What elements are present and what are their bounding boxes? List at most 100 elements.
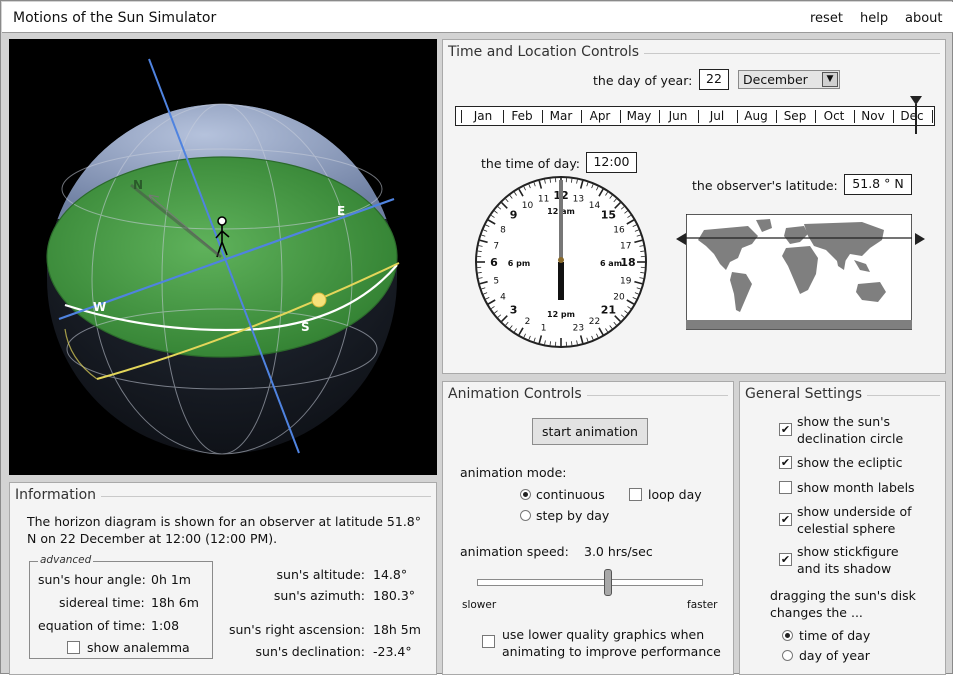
month-select[interactable]: December ▼	[738, 70, 840, 89]
show-analemma-label: show analemma	[87, 640, 190, 655]
declination-circle-checkbox[interactable]: ✔	[779, 423, 792, 436]
drag-time-label: time of day	[799, 628, 870, 643]
south-label: S	[301, 320, 310, 334]
clock-number: 19	[620, 276, 632, 286]
clock-number: 17	[620, 242, 631, 252]
month-label-jul[interactable]: Jul	[698, 109, 736, 123]
general-settings-panel: General Settings ✔ show the sun's declin…	[739, 381, 946, 675]
ecliptic-checkbox[interactable]: ✔	[779, 456, 792, 469]
mode-step-radio[interactable]	[520, 510, 531, 521]
drag-year-label: day of year	[799, 648, 870, 663]
drag-time-radio[interactable]	[782, 630, 793, 641]
low-quality-label-line2: animating to improve performance	[502, 644, 721, 659]
underside-checkbox[interactable]: ✔	[779, 513, 792, 526]
hour-angle-label: sun's hour angle:	[38, 572, 146, 587]
information-panel: Information The horizon diagram is shown…	[9, 482, 437, 675]
app-window: Motions of the Sun Simulator reset help …	[0, 0, 953, 674]
altitude-label: sun's altitude:	[232, 567, 365, 582]
clock-label-right: 6 am	[600, 259, 622, 268]
time-of-day-input[interactable]: 12:00	[586, 152, 637, 173]
clock-tick	[571, 341, 572, 345]
clock-number: 11	[538, 194, 549, 204]
month-label-apr[interactable]: Apr	[581, 109, 619, 123]
mode-continuous-label: continuous	[536, 487, 605, 502]
info-description: The horizon diagram is shown for an obse…	[27, 513, 427, 547]
sun-disk[interactable]	[312, 293, 326, 307]
show-analemma-checkbox[interactable]	[67, 641, 80, 654]
help-link[interactable]: help	[860, 11, 888, 26]
time-of-day-label: the time of day:	[481, 156, 580, 171]
clock-dial[interactable]: 231234567891011121314151617181920212212 …	[473, 174, 649, 350]
latitude-arrow-left[interactable]	[676, 233, 686, 245]
speed-label: animation speed:	[460, 544, 569, 559]
speed-slider-track[interactable]	[477, 579, 703, 586]
clock-tick	[478, 272, 482, 273]
clock-number: 8	[500, 226, 506, 236]
altitude-value: 14.8°	[373, 567, 407, 582]
mode-continuous-radio[interactable]	[520, 489, 531, 500]
latitude-arrow-right[interactable]	[915, 233, 925, 245]
panel-title: Time and Location Controls	[448, 44, 644, 60]
day-marker[interactable]	[909, 96, 923, 134]
low-quality-checkbox[interactable]	[482, 635, 495, 648]
north-label: N	[133, 178, 143, 192]
panel-title: Information	[15, 487, 101, 503]
clock-number: 15	[601, 209, 616, 222]
clock-number: 4	[500, 293, 506, 303]
animation-panel: Animation Controls start animation anima…	[442, 381, 734, 675]
declination-value: -23.4°	[373, 644, 412, 659]
month-label-sep[interactable]: Sep	[776, 109, 814, 123]
chevron-down-icon[interactable]: ▼	[822, 72, 838, 87]
mode-step-label: step by day	[536, 508, 609, 523]
loop-day-checkbox[interactable]	[629, 488, 642, 501]
month-timeline[interactable]: JanFebMarAprMayJunJulAugSepOctNovDec	[455, 106, 935, 126]
drag-year-radio[interactable]	[782, 650, 793, 661]
month-label-may[interactable]: May	[620, 109, 658, 123]
clock-number: 22	[589, 317, 600, 327]
faster-label: faster	[687, 599, 718, 611]
world-map[interactable]	[686, 214, 912, 332]
clock-pivot	[558, 257, 564, 263]
clock-number: 13	[573, 194, 584, 204]
month-label-mar[interactable]: Mar	[542, 109, 580, 123]
speed-slider-thumb[interactable]	[604, 569, 612, 596]
clock-number: 21	[601, 303, 616, 316]
month-label-nov[interactable]: Nov	[854, 109, 892, 123]
month-label-jun[interactable]: Jun	[659, 109, 697, 123]
reset-link[interactable]: reset	[810, 11, 843, 26]
declination-circle-label-line2: declination circle	[797, 431, 903, 446]
month-labels-checkbox[interactable]	[779, 481, 792, 494]
clock-number: 10	[522, 201, 534, 211]
month-select-value: December	[743, 72, 808, 87]
clock-tick	[640, 272, 644, 273]
animation-mode-label: animation mode:	[460, 465, 566, 480]
clock-tick	[640, 251, 644, 252]
clock-hand-upper[interactable]	[559, 180, 563, 262]
clock-tick	[550, 179, 551, 183]
azimuth-label: sun's azimuth:	[232, 588, 365, 603]
clock-number: 1	[541, 324, 547, 334]
clock-number: 9	[510, 209, 518, 222]
clock-tick	[550, 341, 551, 345]
month-label-feb[interactable]: Feb	[503, 109, 541, 123]
clock-hand-lower[interactable]	[558, 262, 564, 300]
clock-tick	[478, 251, 482, 252]
speed-value: 3.0 hrs/sec	[584, 544, 653, 559]
clock-number: 23	[573, 324, 584, 334]
right-ascension-label: sun's right ascension:	[210, 622, 365, 637]
month-label-oct[interactable]: Oct	[815, 109, 853, 123]
drag-label-line2: changes the ...	[770, 605, 863, 620]
slower-label: slower	[462, 599, 496, 611]
celestial-sphere-view[interactable]: N E W S	[9, 39, 437, 475]
hour-angle-value: 0h 1m	[151, 572, 191, 587]
stickfigure-checkbox[interactable]: ✔	[779, 553, 792, 566]
month-label-jan[interactable]: Jan	[464, 109, 502, 123]
month-label-aug[interactable]: Aug	[737, 109, 775, 123]
azimuth-value: 180.3°	[373, 588, 415, 603]
latitude-input[interactable]: 51.8 ° N	[844, 174, 912, 195]
day-of-year-input[interactable]: 22	[699, 69, 729, 90]
clock-label-bottom: 12 pm	[547, 310, 575, 319]
start-animation-button[interactable]: start animation	[532, 418, 648, 445]
stickfigure-label-line2: and its shadow	[797, 561, 891, 576]
about-link[interactable]: about	[905, 11, 943, 26]
